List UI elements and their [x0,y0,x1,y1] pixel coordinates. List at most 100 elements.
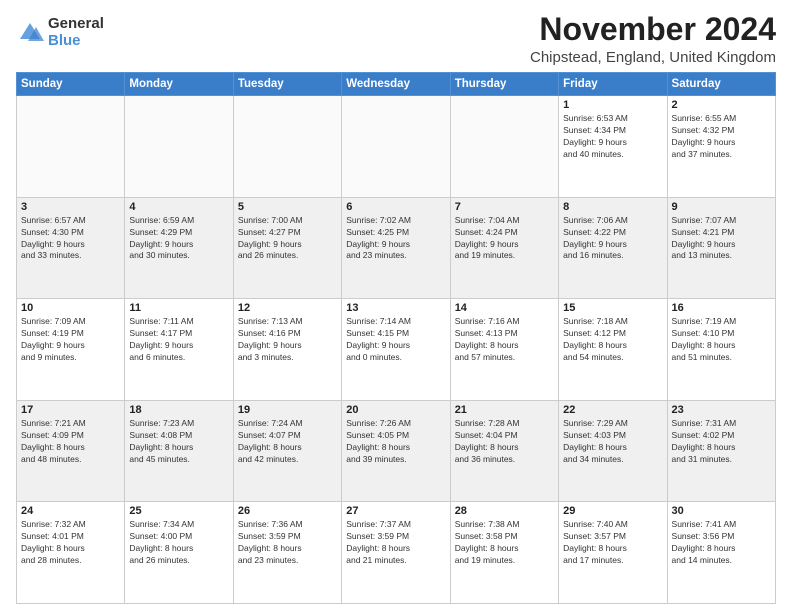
calendar-day-cell [233,96,341,198]
day-number: 20 [346,404,445,416]
calendar-day-cell: 28 Sunrise: 7:38 AM Sunset: 3:58 PM Dayli… [450,502,558,604]
day-info: Sunrise: 7:32 AM Sunset: 4:01 PM Dayligh… [21,519,120,567]
calendar-day-cell: 26 Sunrise: 7:36 AM Sunset: 3:59 PM Dayli… [233,502,341,604]
day-info: Sunrise: 7:24 AM Sunset: 4:07 PM Dayligh… [238,418,337,466]
day-info: Sunrise: 6:53 AM Sunset: 4:34 PM Dayligh… [563,113,662,161]
calendar-week-row: 3 Sunrise: 6:57 AM Sunset: 4:30 PM Daylig… [17,197,776,299]
day-number: 19 [238,404,337,416]
header-monday: Monday [125,73,233,96]
day-number: 15 [563,302,662,314]
header-friday: Friday [559,73,667,96]
day-info: Sunrise: 7:07 AM Sunset: 4:21 PM Dayligh… [672,215,771,263]
calendar-day-cell: 17 Sunrise: 7:21 AM Sunset: 4:09 PM Dayli… [17,400,125,502]
calendar-day-cell: 21 Sunrise: 7:28 AM Sunset: 4:04 PM Dayli… [450,400,558,502]
calendar-day-cell [125,96,233,198]
day-info: Sunrise: 7:14 AM Sunset: 4:15 PM Dayligh… [346,316,445,364]
calendar-day-cell: 29Sunrise: 7:40 AM Sunset: 3:57 PM Dayli… [559,502,667,604]
day-info: Sunrise: 7:18 AM Sunset: 4:12 PM Dayligh… [563,316,662,364]
day-info: Sunrise: 7:31 AM Sunset: 4:02 PM Dayligh… [672,418,771,466]
day-info: Sunrise: 7:19 AM Sunset: 4:10 PM Dayligh… [672,316,771,364]
day-info: Sunrise: 7:23 AM Sunset: 4:08 PM Dayligh… [129,418,228,466]
logo-blue-text: Blue [48,33,104,50]
day-info: Sunrise: 7:04 AM Sunset: 4:24 PM Dayligh… [455,215,554,263]
calendar-day-cell: 12 Sunrise: 7:13 AM Sunset: 4:16 PM Dayli… [233,299,341,401]
day-number: 24 [21,505,120,517]
calendar-day-cell: 20 Sunrise: 7:26 AM Sunset: 4:05 PM Dayli… [342,400,450,502]
day-info: Sunrise: 7:11 AM Sunset: 4:17 PM Dayligh… [129,316,228,364]
calendar-day-cell: 22 Sunrise: 7:29 AM Sunset: 4:03 PM Dayli… [559,400,667,502]
calendar-day-cell: 23 Sunrise: 7:31 AM Sunset: 4:02 PM Dayli… [667,400,775,502]
day-number: 2 [672,99,771,111]
calendar-day-cell: 1 Sunrise: 6:53 AM Sunset: 4:34 PM Daylig… [559,96,667,198]
calendar-day-cell: 5 Sunrise: 7:00 AM Sunset: 4:27 PM Daylig… [233,197,341,299]
header-saturday: Saturday [667,73,775,96]
day-number: 17 [21,404,120,416]
calendar-week-row: 24 Sunrise: 7:32 AM Sunset: 4:01 PM Dayli… [17,502,776,604]
day-number: 21 [455,404,554,416]
day-number: 18 [129,404,228,416]
calendar-day-cell: 27Sunrise: 7:37 AM Sunset: 3:59 PM Dayli… [342,502,450,604]
day-number: 6 [346,201,445,213]
day-info: Sunrise: 6:57 AM Sunset: 4:30 PM Dayligh… [21,215,120,263]
logo-icon [16,19,44,47]
day-info: Sunrise: 7:06 AM Sunset: 4:22 PM Dayligh… [563,215,662,263]
header-wednesday: Wednesday [342,73,450,96]
calendar-day-cell: 6Sunrise: 7:02 AM Sunset: 4:25 PM Daylig… [342,197,450,299]
day-number: 9 [672,201,771,213]
calendar-day-cell: 30 Sunrise: 7:41 AM Sunset: 3:56 PM Dayli… [667,502,775,604]
day-info: Sunrise: 7:29 AM Sunset: 4:03 PM Dayligh… [563,418,662,466]
day-number: 7 [455,201,554,213]
calendar-day-cell: 15 Sunrise: 7:18 AM Sunset: 4:12 PM Dayli… [559,299,667,401]
calendar-day-cell: 18 Sunrise: 7:23 AM Sunset: 4:08 PM Dayli… [125,400,233,502]
day-info: Sunrise: 7:16 AM Sunset: 4:13 PM Dayligh… [455,316,554,364]
day-info: Sunrise: 7:38 AM Sunset: 3:58 PM Dayligh… [455,519,554,567]
calendar-day-cell [342,96,450,198]
day-number: 8 [563,201,662,213]
day-info: Sunrise: 7:13 AM Sunset: 4:16 PM Dayligh… [238,316,337,364]
title-block: November 2024 Chipstead, England, United… [530,12,776,66]
day-info: Sunrise: 7:26 AM Sunset: 4:05 PM Dayligh… [346,418,445,466]
day-number: 22 [563,404,662,416]
day-number: 25 [129,505,228,517]
calendar-subtitle: Chipstead, England, United Kingdom [530,49,776,66]
calendar-day-cell: 7 Sunrise: 7:04 AM Sunset: 4:24 PM Daylig… [450,197,558,299]
page-header: General Blue November 2024 Chipstead, En… [16,12,776,66]
logo: General Blue [16,16,104,49]
calendar-title: November 2024 [530,12,776,47]
day-number: 30 [672,505,771,517]
calendar-day-cell: 9 Sunrise: 7:07 AM Sunset: 4:21 PM Daylig… [667,197,775,299]
calendar-header-row: Sunday Monday Tuesday Wednesday Thursday… [17,73,776,96]
calendar-week-row: 10Sunrise: 7:09 AM Sunset: 4:19 PM Dayli… [17,299,776,401]
day-info: Sunrise: 6:55 AM Sunset: 4:32 PM Dayligh… [672,113,771,161]
day-number: 12 [238,302,337,314]
day-number: 26 [238,505,337,517]
calendar-day-cell: 3 Sunrise: 6:57 AM Sunset: 4:30 PM Daylig… [17,197,125,299]
day-number: 4 [129,201,228,213]
calendar-day-cell: 2 Sunrise: 6:55 AM Sunset: 4:32 PM Daylig… [667,96,775,198]
calendar-day-cell [17,96,125,198]
day-number: 11 [129,302,228,314]
calendar-day-cell: 4 Sunrise: 6:59 AM Sunset: 4:29 PM Daylig… [125,197,233,299]
day-info: Sunrise: 7:40 AM Sunset: 3:57 PM Dayligh… [563,519,662,567]
calendar-day-cell: 24 Sunrise: 7:32 AM Sunset: 4:01 PM Dayli… [17,502,125,604]
day-info: Sunrise: 7:36 AM Sunset: 3:59 PM Dayligh… [238,519,337,567]
day-number: 3 [21,201,120,213]
day-number: 23 [672,404,771,416]
day-info: Sunrise: 6:59 AM Sunset: 4:29 PM Dayligh… [129,215,228,263]
calendar-day-cell: 25 Sunrise: 7:34 AM Sunset: 4:00 PM Dayli… [125,502,233,604]
day-info: Sunrise: 7:41 AM Sunset: 3:56 PM Dayligh… [672,519,771,567]
day-info: Sunrise: 7:21 AM Sunset: 4:09 PM Dayligh… [21,418,120,466]
calendar-week-row: 1 Sunrise: 6:53 AM Sunset: 4:34 PM Daylig… [17,96,776,198]
day-info: Sunrise: 7:28 AM Sunset: 4:04 PM Dayligh… [455,418,554,466]
day-info: Sunrise: 7:37 AM Sunset: 3:59 PM Dayligh… [346,519,445,567]
calendar-day-cell [450,96,558,198]
day-number: 1 [563,99,662,111]
calendar-table: Sunday Monday Tuesday Wednesday Thursday… [16,72,776,604]
calendar-day-cell: 13Sunrise: 7:14 AM Sunset: 4:15 PM Dayli… [342,299,450,401]
calendar-day-cell: 10Sunrise: 7:09 AM Sunset: 4:19 PM Dayli… [17,299,125,401]
day-number: 5 [238,201,337,213]
day-info: Sunrise: 7:00 AM Sunset: 4:27 PM Dayligh… [238,215,337,263]
day-number: 28 [455,505,554,517]
day-info: Sunrise: 7:34 AM Sunset: 4:00 PM Dayligh… [129,519,228,567]
logo-general-text: General [48,16,104,33]
